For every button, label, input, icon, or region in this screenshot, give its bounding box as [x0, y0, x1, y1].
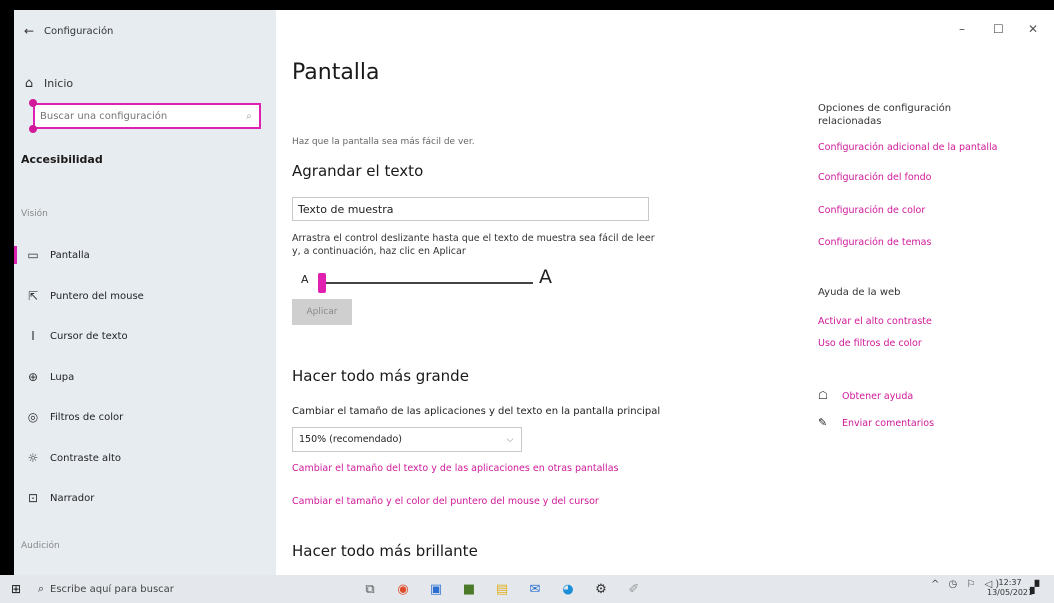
main-panel: – ☐ ✕ Pantalla Haz que la pantalla sea m…: [276, 10, 1054, 575]
sidebar-item-puntero[interactable]: ⇱ Puntero del mouse: [14, 281, 276, 311]
home-icon: ⌂: [24, 75, 34, 91]
get-help-link[interactable]: Obtener ayuda: [842, 391, 913, 402]
taskbar-search[interactable]: ⌕ Escribe aquí para buscar: [32, 577, 217, 601]
top-border: [0, 0, 1054, 10]
sidebar-item-pantalla[interactable]: ▭ Pantalla: [14, 240, 276, 270]
file-explorer-icon[interactable]: ▤: [489, 577, 515, 601]
sidebar-item-contraste[interactable]: ☼ Contraste alto: [14, 443, 276, 473]
sidebar-item-lupa[interactable]: ⊕ Lupa: [14, 362, 276, 392]
heading-make-brighter: Hacer todo más brillante: [292, 542, 478, 560]
clock-time: 12:37: [998, 578, 1022, 587]
sidebar-item-filtros[interactable]: ◎ Filtros de color: [14, 402, 276, 432]
slider-min-label: A: [301, 273, 309, 286]
left-border: [0, 0, 14, 575]
sidebar-item-label: Lupa: [50, 371, 75, 383]
apply-button[interactable]: Aplicar: [292, 299, 352, 325]
back-arrow-icon[interactable]: ←: [14, 24, 44, 38]
heading-enlarge-text: Agrandar el texto: [292, 162, 424, 180]
section-title: Accesibilidad: [21, 153, 103, 166]
link-high-contrast[interactable]: Activar el alto contraste: [818, 316, 932, 327]
app-title: Configuración: [44, 25, 114, 37]
taskbar: ⊞ ⌕ Escribe aquí para buscar ⧉ ◉ ▣ ■ ▤ ✉…: [0, 575, 1054, 603]
mouse-pointer-icon: ⇱: [27, 289, 39, 303]
windows-start-icon[interactable]: ⊞: [0, 582, 32, 596]
minimize-button[interactable]: –: [959, 22, 965, 36]
heading-make-bigger: Hacer todo más grande: [292, 367, 469, 385]
high-contrast-icon: ☼: [27, 451, 39, 465]
help-icon: ☖: [818, 389, 828, 402]
link-mouse-pointer[interactable]: Cambiar el tamaño y el color del puntero…: [292, 496, 599, 507]
sidebar-item-label: Puntero del mouse: [50, 290, 144, 302]
search-box[interactable]: ⌕: [33, 103, 261, 129]
sidebar-item-narrador[interactable]: ⊡ Narrador: [14, 483, 276, 513]
scale-label: Cambiar el tamaño de las aplicaciones y …: [292, 406, 661, 417]
sidebar-item-label: Filtros de color: [50, 411, 124, 423]
edge-icon[interactable]: ◕: [555, 577, 581, 601]
notification-icon[interactable]: ▞: [1030, 580, 1039, 594]
maximize-button[interactable]: ☐: [993, 22, 1004, 36]
taskbar-apps: ⧉ ◉ ▣ ■ ▤ ✉ ◕ ⚙ ✐: [357, 575, 654, 603]
color-filter-icon: ◎: [27, 410, 39, 424]
clock[interactable]: 12:37 13/05/2021: [987, 578, 1033, 598]
sidebar: ← Configuración ⌂ Inicio ⌕ Accesibilidad…: [14, 10, 276, 575]
settings-icon[interactable]: ⚙: [588, 577, 614, 601]
group-label-audio: Audición: [21, 541, 60, 551]
slider-description: Arrastra el control deslizante hasta que…: [292, 233, 655, 257]
sidebar-item-label: Contraste alto: [50, 452, 122, 464]
search-icon: ⌕: [37, 582, 45, 595]
group-label-vision: Visión: [21, 209, 48, 219]
sidebar-item-label: Narrador: [50, 492, 95, 504]
screen: ← Configuración ⌂ Inicio ⌕ Accesibilidad…: [0, 0, 1054, 603]
clock-date: 13/05/2021: [987, 588, 1034, 597]
link-themes[interactable]: Configuración de temas: [818, 237, 931, 248]
related-settings-heading: Opciones de configuración relacionadas: [818, 103, 952, 127]
mail-icon[interactable]: ✉: [522, 577, 548, 601]
chrome-icon[interactable]: ◉: [390, 577, 416, 601]
page-subtitle: Haz que la pantalla sea más fácil de ver…: [292, 137, 475, 147]
home-nav-item[interactable]: ⌂ Inicio: [14, 72, 276, 94]
taskbar-search-placeholder: Escribe aquí para buscar: [50, 583, 174, 595]
link-additional-display[interactable]: Configuración adicional de la pantalla: [818, 142, 998, 153]
scale-dropdown[interactable]: 150% (recomendado) ⌵: [292, 427, 522, 452]
minecraft-icon[interactable]: ■: [456, 577, 482, 601]
feedback-icon: ✎: [818, 416, 828, 429]
page-title: Pantalla: [292, 60, 380, 85]
task-view-icon[interactable]: ⧉: [357, 577, 383, 601]
link-other-displays[interactable]: Cambiar el tamaño del texto y de las apl…: [292, 463, 618, 474]
text-size-slider-thumb[interactable]: [318, 273, 326, 293]
store-icon[interactable]: ▣: [423, 577, 449, 601]
feedback-link[interactable]: Enviar comentarios: [842, 418, 934, 429]
close-button[interactable]: ✕: [1028, 22, 1038, 36]
link-background[interactable]: Configuración del fondo: [818, 172, 932, 183]
text-size-slider-track[interactable]: [320, 282, 533, 284]
narrator-icon: ⊡: [27, 491, 39, 505]
sidebar-item-label: Cursor de texto: [50, 330, 128, 342]
selection-handle-bottom[interactable]: [29, 125, 37, 133]
sidebar-item-cursor[interactable]: I Cursor de texto: [14, 321, 276, 351]
home-label: Inicio: [44, 76, 74, 90]
slider-max-label: A: [539, 266, 552, 288]
search-icon: ⌕: [246, 110, 252, 122]
magnifier-icon: ⊕: [27, 370, 39, 384]
monitor-icon: ▭: [27, 248, 39, 262]
web-help-heading: Ayuda de la web: [818, 287, 901, 298]
search-input[interactable]: [35, 109, 239, 123]
text-cursor-icon: I: [31, 329, 35, 343]
paint-icon[interactable]: ✐: [621, 577, 647, 601]
title-bar: ← Configuración: [14, 20, 276, 42]
scale-dropdown-value: 150% (recomendado): [299, 434, 402, 445]
link-color-filters[interactable]: Uso de filtros de color: [818, 338, 922, 349]
chevron-down-icon: ⌵: [506, 434, 514, 445]
selection-handle-top[interactable]: [29, 99, 37, 107]
link-color[interactable]: Configuración de color: [818, 205, 925, 216]
sidebar-item-label: Pantalla: [50, 249, 90, 261]
sample-text-box: Texto de muestra: [292, 197, 649, 221]
